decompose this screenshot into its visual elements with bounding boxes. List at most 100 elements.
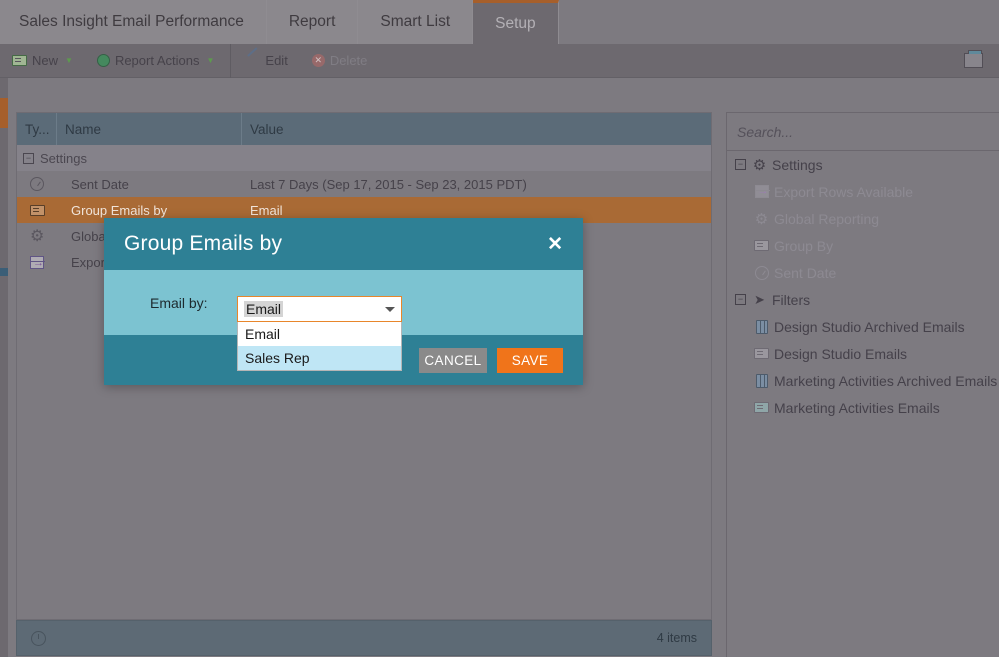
new-button[interactable]: New ▼	[0, 44, 85, 77]
delete-icon: ✕	[311, 54, 325, 67]
gear-icon	[753, 210, 770, 228]
tree-item-label: Design Studio Archived Emails	[774, 318, 965, 335]
toolbar-right-group	[964, 50, 999, 68]
toolbar-separator	[230, 43, 232, 78]
email-by-select: Email Email Sales Rep	[237, 296, 402, 371]
card-icon	[753, 240, 770, 251]
select-option-email[interactable]: Email	[238, 322, 401, 346]
grid-group-row-settings[interactable]: − Settings	[17, 145, 711, 171]
tab-label: Smart List	[380, 13, 451, 30]
cancel-button[interactable]: CANCEL	[419, 347, 487, 373]
clock-icon	[753, 265, 770, 280]
left-edge-strip	[0, 78, 8, 657]
select-value: Email	[244, 301, 284, 317]
left-strip-marker	[0, 268, 8, 276]
report-actions-label: Report Actions	[114, 53, 200, 68]
tree-item-label: Marketing Activities Emails	[774, 399, 940, 416]
tree-item-export-rows-available[interactable]: Export Rows Available	[727, 178, 999, 205]
tab-setup[interactable]: Setup	[473, 0, 559, 44]
tree-panel: − Settings Export Rows Available Global …	[726, 112, 999, 657]
column-header-label: Value	[250, 121, 284, 137]
gear-icon	[751, 156, 768, 174]
tree-item-design-studio-emails[interactable]: Design Studio Emails	[727, 340, 999, 367]
delete-label: Delete	[329, 53, 368, 68]
database-icon	[753, 319, 770, 334]
application-window: Sales Insight Email Performance Report S…	[0, 0, 999, 657]
row-name-cell: Group Emails by	[71, 202, 168, 218]
tree-item-label: Design Studio Emails	[774, 345, 908, 362]
tree-item-label: Global Reporting	[774, 210, 880, 227]
column-header-label: Name	[65, 121, 102, 137]
tree-group-settings[interactable]: − Settings	[727, 151, 999, 178]
report-actions-icon	[96, 54, 110, 67]
column-header-label: Ty...	[25, 121, 50, 137]
collapse-toggle-icon[interactable]: −	[735, 159, 746, 170]
export-icon	[30, 255, 45, 269]
grid-header-row: Ty... Name Value	[17, 113, 711, 145]
tab-smart-list[interactable]: Smart List	[358, 0, 474, 44]
save-button[interactable]: SAVE	[497, 347, 563, 373]
row-type-cell	[17, 177, 57, 191]
window-panel-icon[interactable]	[964, 50, 983, 68]
funnel-icon	[751, 292, 768, 308]
left-strip-accent	[0, 98, 8, 128]
tree-item-group-by[interactable]: Group By	[727, 232, 999, 259]
column-header-value[interactable]: Value	[242, 113, 711, 145]
tree-item-design-studio-archived-emails[interactable]: Design Studio Archived Emails	[727, 313, 999, 340]
tab-label: Report	[288, 13, 336, 30]
item-count-label: 4 items	[656, 631, 697, 645]
chevron-down-icon: ▼	[65, 56, 73, 65]
collapse-toggle-icon[interactable]: −	[735, 294, 746, 305]
toolbar: New ▼ Report Actions ▼ Edit ✕ Delete	[0, 43, 999, 78]
tab-bar-filler	[558, 0, 999, 44]
edit-button[interactable]: Edit	[235, 44, 299, 77]
report-actions-button[interactable]: Report Actions ▼	[85, 44, 226, 77]
grid-group-label: Settings	[40, 150, 87, 166]
column-header-name[interactable]: Name	[57, 113, 242, 145]
tree-group-label: Filters	[772, 291, 811, 308]
row-name-cell: Sent Date	[71, 176, 129, 192]
select-options-list: Email Sales Rep	[237, 322, 402, 371]
tree-item-label: Marketing Activities Archived Emails	[774, 372, 998, 389]
row-type-cell	[17, 255, 57, 269]
edit-label: Edit	[265, 53, 288, 68]
tab-report[interactable]: Report	[266, 0, 359, 44]
new-label: New	[32, 53, 59, 68]
tree-item-marketing-activities-archived-emails[interactable]: Marketing Activities Archived Emails	[727, 367, 999, 394]
row-type-cell	[17, 204, 57, 216]
tree-item-sent-date[interactable]: Sent Date	[727, 259, 999, 286]
export-icon	[753, 185, 770, 198]
tree-group-label: Settings	[772, 156, 823, 173]
card-icon	[753, 402, 770, 413]
tab-label: Sales Insight Email Performance	[19, 13, 244, 30]
table-row[interactable]: Sent Date Last 7 Days (Sep 17, 2015 - Se…	[17, 171, 711, 197]
search-input[interactable]	[727, 113, 999, 151]
chevron-down-icon	[385, 306, 395, 312]
close-icon[interactable]: ✕	[543, 233, 567, 256]
dialog-header: Group Emails by ✕	[104, 218, 583, 270]
dialog-title: Group Emails by	[124, 232, 283, 255]
row-type-cell	[17, 229, 57, 243]
refresh-icon[interactable]	[31, 630, 46, 646]
row-value-cell: Email	[250, 202, 283, 218]
tab-bar: Sales Insight Email Performance Report S…	[0, 0, 999, 44]
select-trigger[interactable]: Email	[237, 296, 402, 322]
database-icon	[753, 373, 770, 388]
chevron-down-icon: ▼	[206, 56, 215, 65]
row-value-cell: Last 7 Days (Sep 17, 2015 - Sep 23, 2015…	[250, 176, 527, 192]
email-by-label: Email by:	[150, 294, 208, 311]
tree-group-filters[interactable]: − Filters	[727, 286, 999, 313]
tab-sales-insight-email-performance[interactable]: Sales Insight Email Performance	[0, 0, 267, 44]
tree-item-global-reporting[interactable]: Global Reporting	[727, 205, 999, 232]
tree-item-label: Group By	[774, 237, 834, 254]
clock-icon	[30, 177, 44, 191]
select-option-sales-rep[interactable]: Sales Rep	[238, 346, 401, 370]
select-option-label: Sales Rep	[245, 350, 310, 366]
tree-item-label: Export Rows Available	[774, 183, 914, 200]
tree-item-label: Sent Date	[774, 264, 837, 281]
new-icon	[12, 55, 27, 66]
tree-item-marketing-activities-emails[interactable]: Marketing Activities Emails	[727, 394, 999, 421]
collapse-toggle-icon[interactable]: −	[23, 152, 34, 164]
column-header-type[interactable]: Ty...	[17, 113, 57, 145]
delete-button[interactable]: ✕ Delete	[300, 44, 380, 77]
